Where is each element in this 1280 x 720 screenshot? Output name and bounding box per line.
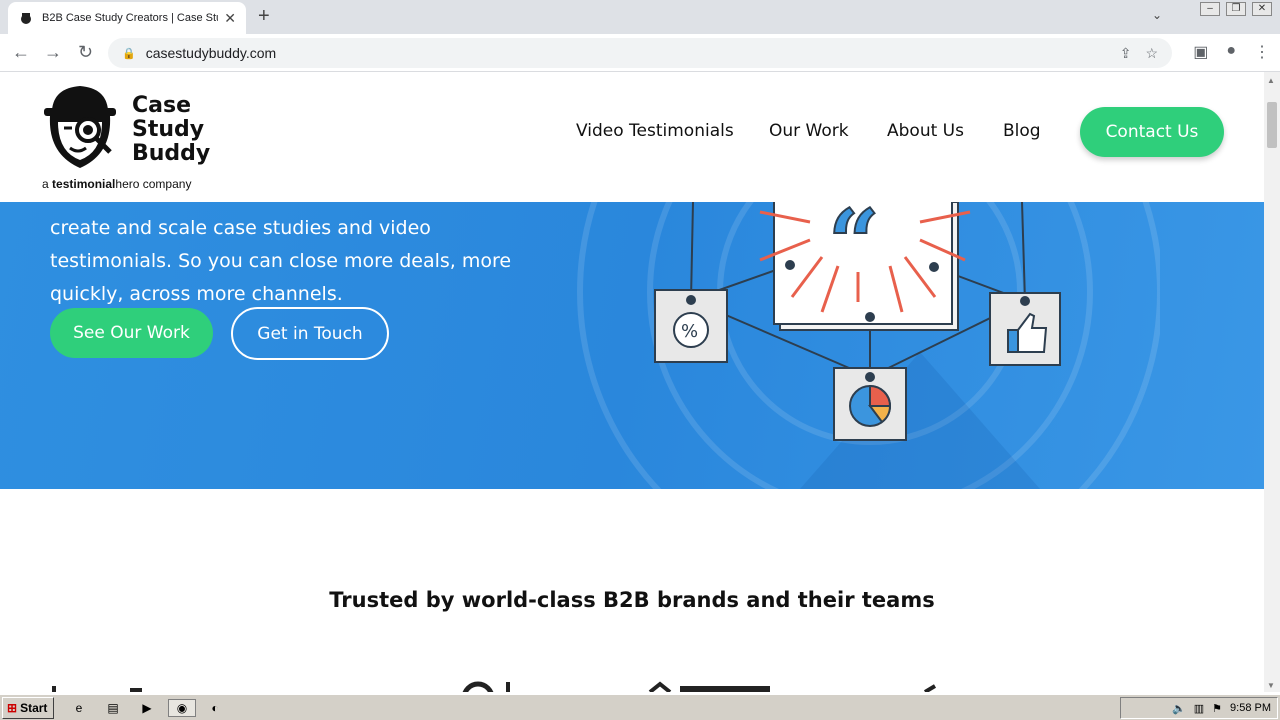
nav-video-testimonials[interactable]: Video Testimonials (576, 121, 734, 141)
contact-us-button[interactable]: Contact Us (1080, 107, 1224, 157)
edge-icon[interactable]: ◐ (206, 699, 224, 717)
watermark-text: ANY RUN (1040, 684, 1254, 692)
browser-toolbar: ← → ↻ 🔒 casestudybuddy.com ⇪ ☆ ▣ ● ⋮ (0, 34, 1280, 72)
page-viewport: “ % create and scale case studies and vi… (0, 72, 1264, 692)
site-favicon-icon (18, 10, 34, 26)
close-window-icon[interactable]: ✕ (1252, 2, 1272, 16)
svg-text:“: “ (828, 202, 880, 296)
forward-icon[interactable]: → (44, 42, 62, 63)
trusted-heading: Trusted by world-class B2B brands and th… (329, 588, 935, 612)
tab-search-icon[interactable]: ⌄ (1152, 8, 1162, 22)
side-panel-icon[interactable]: ▣ (1193, 42, 1208, 62)
minimize-icon[interactable]: – (1200, 2, 1220, 16)
lock-icon: 🔒 (122, 47, 136, 60)
os-taskbar: ⊞ Start e ▤ ▶ ◉ ◐ 🔈 ▥ ⚑ 9:58 PM (0, 694, 1280, 720)
network-icon[interactable]: ▥ (1194, 702, 1204, 715)
nav-about-us[interactable]: About Us (887, 121, 964, 141)
chrome-icon[interactable]: ◉ (168, 699, 196, 717)
site-logo[interactable]: Case Study Buddy a testimonialhero compa… (40, 82, 230, 194)
reload-icon[interactable]: ↻ (78, 42, 93, 63)
media-player-icon[interactable]: ▶ (138, 699, 156, 717)
restore-icon[interactable]: ❐ (1226, 2, 1246, 16)
browser-tab[interactable]: B2B Case Study Creators | Case Stu ✕ (8, 2, 246, 34)
scroll-down-icon[interactable]: ▼ (1267, 681, 1275, 690)
nav-blog[interactable]: Blog (1003, 121, 1041, 141)
address-bar[interactable]: 🔒 casestudybuddy.com ⇪ ☆ (108, 38, 1172, 68)
start-button[interactable]: ⊞ Start (2, 697, 54, 719)
hero-section: “ % create and scale case studies and vi… (0, 202, 1264, 489)
scrollbar-thumb[interactable] (1267, 102, 1277, 148)
hero-illustration: “ % (577, 202, 1160, 489)
logo-word-2: Study (132, 117, 205, 142)
ie-icon[interactable]: e (70, 699, 88, 717)
bookmark-star-icon[interactable]: ☆ (1145, 45, 1158, 62)
site-header: Case Study Buddy a testimonialhero compa… (0, 72, 1264, 202)
get-in-touch-button[interactable]: Get in Touch (231, 307, 389, 360)
profile-icon[interactable]: ● (1226, 42, 1236, 62)
see-our-work-button[interactable]: See Our Work (50, 308, 213, 358)
logo-word-3: Buddy (132, 141, 211, 166)
svg-text:%: % (681, 321, 698, 342)
new-tab-icon[interactable]: + (258, 5, 270, 28)
logo-tagline: a testimonialhero company (42, 177, 192, 191)
system-tray: 🔈 ▥ ⚑ 9:58 PM (1120, 697, 1278, 719)
url-text: casestudybuddy.com (145, 45, 277, 61)
share-icon[interactable]: ⇪ (1120, 45, 1132, 62)
explorer-folder-icon[interactable]: ▤ (104, 699, 122, 717)
flag-icon[interactable]: ⚑ (1212, 702, 1222, 715)
windows-logo-icon: ⊞ (7, 701, 18, 715)
volume-icon[interactable]: 🔈 (1172, 702, 1186, 715)
page-scrollbar[interactable]: ▲ ▼ (1264, 72, 1280, 692)
logo-word-1: Case (132, 93, 192, 118)
back-icon[interactable]: ← (12, 42, 30, 63)
detective-mascot-icon (44, 86, 116, 168)
tab-close-icon[interactable]: ✕ (224, 10, 236, 27)
clock[interactable]: 9:58 PM (1230, 702, 1271, 714)
scroll-up-icon[interactable]: ▲ (1267, 76, 1275, 85)
nav-our-work[interactable]: Our Work (769, 121, 849, 141)
tab-title: B2B Case Study Creators | Case Stu (42, 12, 219, 24)
browser-tabbar: B2B Case Study Creators | Case Stu ✕ + ⌄… (0, 0, 1280, 34)
hero-description: create and scale case studies and video … (50, 217, 512, 305)
menu-kebab-icon[interactable]: ⋮ (1254, 42, 1270, 62)
